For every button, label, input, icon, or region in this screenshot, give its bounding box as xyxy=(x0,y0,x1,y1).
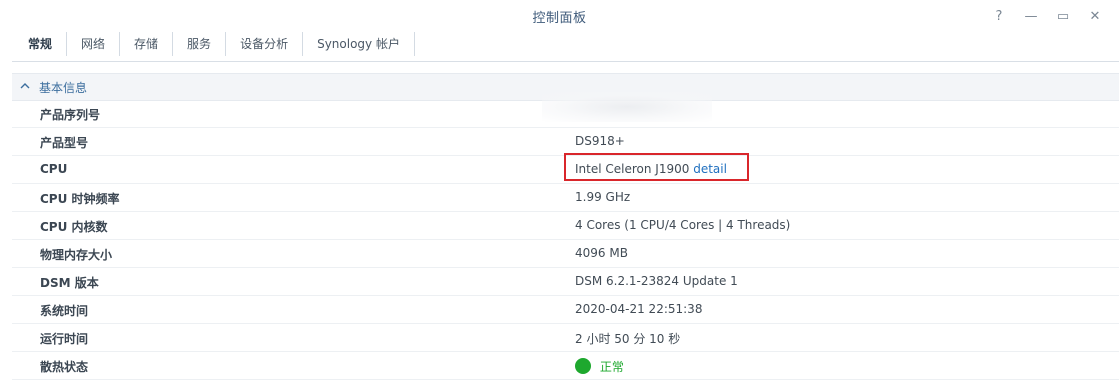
info-value: DS918+ xyxy=(575,134,625,148)
info-row-clock: CPU 时钟频率 1.99 GHz xyxy=(12,184,1119,212)
info-row-model: 产品型号 DS918+ xyxy=(12,128,1119,156)
info-label: 产品序列号 xyxy=(40,108,101,122)
info-value: 2020-04-21 22:51:38 xyxy=(575,302,703,316)
maximize-icon[interactable]: ▭ xyxy=(1053,6,1073,26)
info-row-time: 系统时间 2020-04-21 22:51:38 xyxy=(12,296,1119,324)
info-label: DSM 版本 xyxy=(40,276,99,290)
tab-storage[interactable]: 存储 xyxy=(120,32,174,56)
serial-redacted-blur xyxy=(542,92,712,122)
info-label: CPU xyxy=(40,162,68,176)
info-row-memory: 物理内存大小 4096 MB xyxy=(12,240,1119,268)
section-title: 基本信息 xyxy=(39,81,88,95)
info-label: CPU 时钟频率 xyxy=(40,192,120,206)
info-value: 2 小时 50 分 10 秒 xyxy=(575,332,681,346)
tab-divider xyxy=(12,61,1119,62)
window-title: 控制面板 xyxy=(532,11,587,26)
info-value: 4096 MB xyxy=(575,246,628,260)
info-label: CPU 内核数 xyxy=(40,220,108,234)
tab-network[interactable]: 网络 xyxy=(67,32,121,56)
info-row-cores: CPU 内核数 4 Cores (1 CPU/4 Cores | 4 Threa… xyxy=(12,212,1119,240)
tab-synology-account[interactable]: Synology 帐户 xyxy=(303,32,415,56)
info-value: 4 Cores (1 CPU/4 Cores | 4 Threads) xyxy=(575,218,791,232)
window-titlebar: 控制面板 ? — ▭ ✕ xyxy=(0,0,1119,32)
info-row-thermal: 散热状态 正常 xyxy=(12,352,1119,380)
info-label: 产品型号 xyxy=(40,136,89,150)
tab-general[interactable]: 常规 xyxy=(12,32,68,56)
info-row-serial: 产品序列号 xyxy=(12,92,1119,128)
minimize-icon[interactable]: — xyxy=(1021,6,1041,26)
thermal-status-text: 正常 xyxy=(599,360,624,374)
chevron-up-icon xyxy=(20,83,30,89)
info-list: 产品序列号 产品型号 DS918+ CPU Intel Celeron J190… xyxy=(12,92,1119,380)
tab-device-analytics[interactable]: 设备分析 xyxy=(226,32,304,56)
tab-bar: 常规 网络 存储 服务 设备分析 Synology 帐户 xyxy=(12,32,415,58)
window-controls: ? — ▭ ✕ xyxy=(989,6,1105,26)
cpu-highlight-box xyxy=(564,153,749,181)
info-label: 物理内存大小 xyxy=(40,248,113,262)
help-icon[interactable]: ? xyxy=(989,6,1009,26)
tab-services[interactable]: 服务 xyxy=(173,32,227,56)
close-icon[interactable]: ✕ xyxy=(1085,6,1105,26)
info-row-cpu: CPU Intel Celeron J1900 detail xyxy=(12,153,1119,184)
thermal-status: 正常 xyxy=(575,357,624,375)
info-label: 散热状态 xyxy=(40,360,89,374)
info-value: 1.99 GHz xyxy=(575,190,631,204)
status-ok-icon xyxy=(575,357,591,374)
info-row-uptime: 运行时间 2 小时 50 分 10 秒 xyxy=(12,324,1119,352)
info-label: 运行时间 xyxy=(40,332,89,346)
info-label: 系统时间 xyxy=(40,304,89,318)
info-value: DSM 6.2.1-23824 Update 1 xyxy=(575,274,738,288)
info-row-dsm: DSM 版本 DSM 6.2.1-23824 Update 1 xyxy=(12,268,1119,296)
